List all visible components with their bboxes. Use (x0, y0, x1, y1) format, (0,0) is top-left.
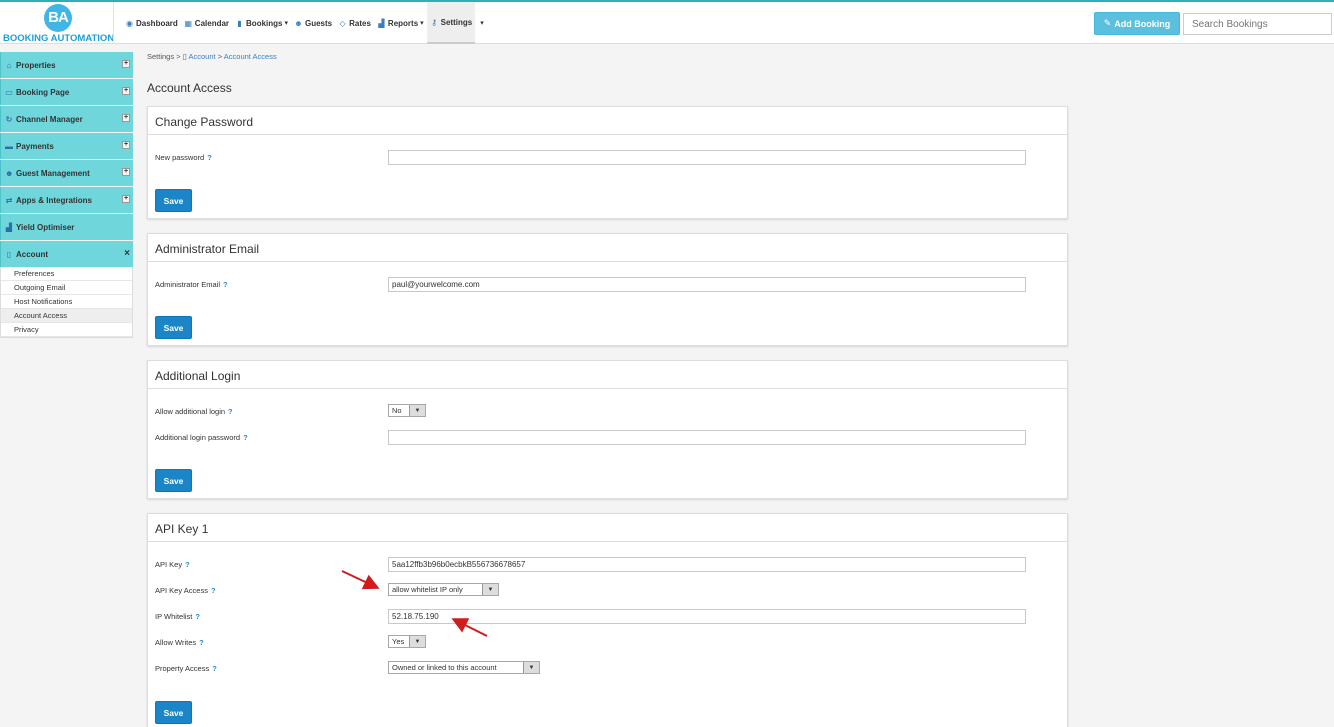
annotation-arrows (341, 570, 488, 637)
annotation-arrow-ip-whitelist (451, 618, 488, 637)
annotation-arrow-api-access (341, 570, 380, 590)
